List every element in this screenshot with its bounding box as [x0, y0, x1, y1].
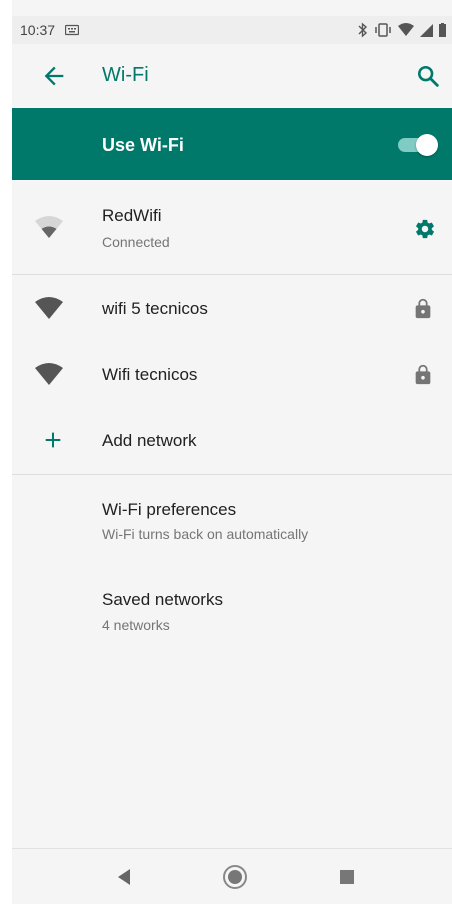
vibrate-icon	[375, 23, 391, 37]
phone-screen: 10:37 Wi-Fi Use Wi-Fi RedWifi Connected …	[12, 0, 452, 904]
home-nav-icon[interactable]	[221, 863, 249, 891]
network-row[interactable]: Wifi tecnicos	[12, 342, 452, 408]
saved-networks-subtitle: 4 networks	[102, 617, 170, 633]
wifi-signal-icon	[35, 363, 63, 385]
recents-nav-icon[interactable]	[333, 863, 361, 891]
wifi-preferences-row[interactable]: Wi-Fi preferences Wi-Fi turns back on au…	[12, 476, 452, 576]
divider	[12, 274, 452, 275]
bluetooth-icon	[358, 22, 368, 38]
add-network-row[interactable]: Add network	[12, 408, 452, 474]
saved-networks-title: Saved networks	[102, 590, 223, 609]
use-wifi-label: Use Wi-Fi	[102, 135, 184, 155]
use-wifi-bar[interactable]: Use Wi-Fi	[12, 108, 452, 180]
keyboard-icon	[65, 24, 80, 36]
wifi-signal-icon	[35, 297, 63, 319]
search-icon[interactable]	[414, 62, 442, 90]
app-bar: Wi-Fi	[12, 44, 452, 108]
wifi-preferences-title: Wi-Fi preferences	[102, 500, 237, 519]
divider	[12, 474, 452, 475]
gear-icon[interactable]	[414, 218, 436, 240]
page-title: Wi-Fi	[102, 64, 149, 86]
network-name: RedWifi	[102, 206, 162, 225]
navigation-bar	[12, 848, 452, 904]
network-status: Connected	[102, 234, 170, 250]
network-name: Wifi tecnicos	[102, 365, 198, 384]
wifi-status-icon	[398, 23, 414, 36]
lock-icon	[415, 298, 431, 319]
arrow-back-icon[interactable]	[40, 62, 68, 90]
toggle-thumb	[416, 134, 438, 156]
status-time: 10:37	[20, 22, 56, 38]
cellular-signal-icon	[420, 23, 433, 37]
back-nav-icon[interactable]	[110, 863, 138, 891]
lock-icon	[415, 364, 431, 385]
wifi-preferences-subtitle: Wi-Fi turns back on automatically	[102, 526, 309, 542]
battery-icon	[439, 23, 446, 37]
add-network-label: Add network	[102, 431, 197, 450]
saved-networks-row[interactable]: Saved networks 4 networks	[12, 576, 452, 656]
use-wifi-toggle[interactable]	[392, 134, 438, 156]
plus-icon	[45, 432, 61, 448]
wifi-signal-icon	[35, 216, 63, 238]
connected-network-row[interactable]: RedWifi Connected	[12, 180, 452, 274]
network-row[interactable]: wifi 5 tecnicos	[12, 276, 452, 342]
network-name: wifi 5 tecnicos	[102, 299, 208, 318]
status-bar: 10:37	[12, 16, 452, 44]
